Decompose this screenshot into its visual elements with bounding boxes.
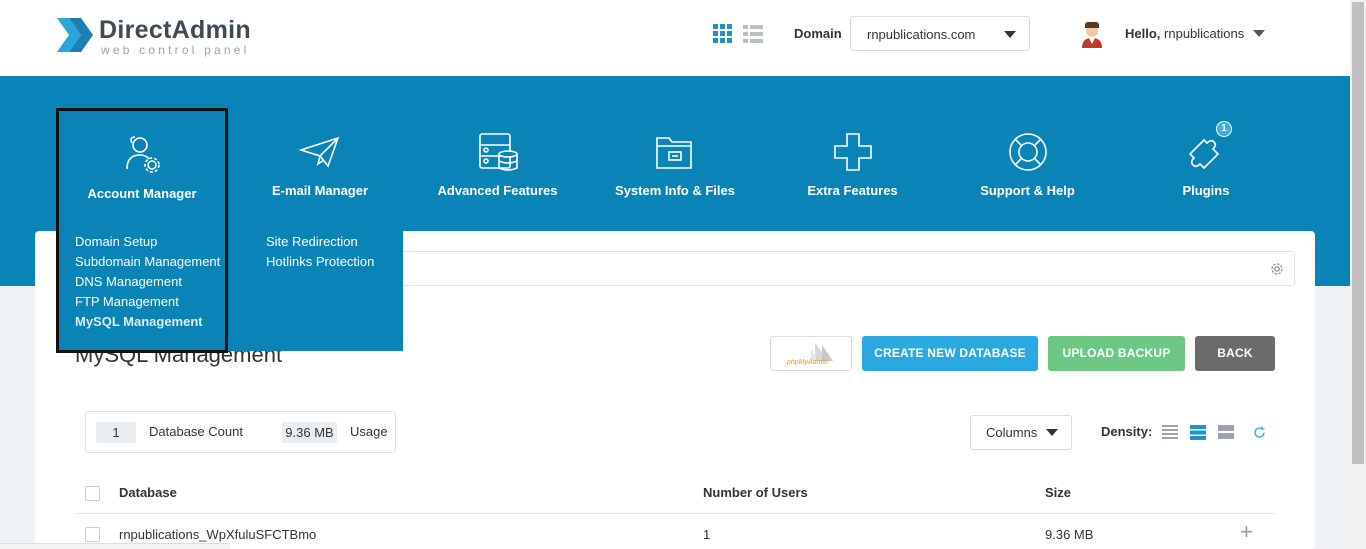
refresh-icon[interactable]	[1253, 426, 1266, 439]
menu-item-site-redirection[interactable]: Site Redirection	[266, 234, 358, 249]
density-label: Density:	[1101, 424, 1153, 439]
search-input[interactable]	[400, 251, 1295, 286]
paper-plane-icon	[298, 136, 340, 168]
server-database-icon	[478, 133, 518, 171]
directadmin-logo[interactable]: DirectAdmin web control panel	[55, 14, 255, 58]
nav-label: Advanced Features	[437, 183, 558, 198]
chevron-down-icon	[1046, 429, 1058, 436]
folder-icon	[656, 137, 692, 169]
columns-dropdown[interactable]: Columns	[970, 415, 1072, 450]
usage-value: 9.36 MB	[282, 422, 337, 443]
grid-view-icon[interactable]	[713, 24, 733, 44]
density-compact-icon[interactable]	[1162, 425, 1178, 440]
brand-name: DirectAdmin	[99, 16, 251, 44]
nav-label: Extra Features	[807, 183, 898, 198]
nav-label: Support & Help	[980, 183, 1075, 198]
nav-extra-features[interactable]: Extra Features	[780, 108, 925, 212]
logo-mark-icon	[57, 18, 93, 52]
usage-label: Usage	[350, 424, 388, 439]
menu-item-subdomain-management[interactable]: Subdomain Management	[75, 254, 220, 269]
domain-select-value: rnpublications.com	[867, 27, 976, 42]
row-checkbox[interactable]	[85, 527, 100, 542]
database-count-value: 1	[96, 422, 136, 443]
plugins-count-badge: 1	[1216, 121, 1232, 137]
menu-item-dns-management[interactable]: DNS Management	[75, 274, 182, 289]
database-count-label: Database Count	[149, 424, 243, 439]
user-menu-chevron-icon[interactable]	[1253, 30, 1265, 37]
list-view-icon[interactable]	[743, 24, 763, 44]
table-header: Database Number of Users Size	[75, 474, 1275, 514]
menu-item-hotlinks-protection[interactable]: Hotlinks Protection	[266, 254, 374, 269]
column-header-size[interactable]: Size	[1045, 485, 1071, 500]
browser-status-bar	[0, 543, 230, 549]
menu-item-ftp-management[interactable]: FTP Management	[75, 294, 179, 309]
columns-label: Columns	[986, 425, 1038, 440]
select-all-checkbox[interactable]	[85, 486, 100, 501]
expand-row-plus-icon[interactable]: +	[1240, 521, 1253, 543]
top-header: DirectAdmin web control panel Domain rnp…	[0, 0, 1350, 76]
nav-system-info-files[interactable]: System Info & Files	[600, 108, 750, 212]
user-greeting[interactable]: Hello, rnpublications	[1125, 26, 1244, 41]
number-of-users: 1	[703, 527, 711, 542]
column-header-number-of-users[interactable]: Number of Users	[703, 485, 808, 500]
phpmyadmin-button[interactable]: phpMyAdmin	[770, 336, 852, 371]
user-avatar-icon[interactable]	[1080, 20, 1104, 48]
nav-label: System Info & Files	[615, 183, 735, 198]
menu-item-mysql-management[interactable]: MySQL Management	[75, 314, 203, 329]
menu-item-domain-setup[interactable]: Domain Setup	[75, 234, 157, 249]
create-new-database-button[interactable]: CREATE NEW DATABASE	[862, 336, 1038, 371]
nav-email-manager[interactable]: E-mail Manager	[245, 108, 395, 212]
scrollbar-thumb[interactable]	[1352, 2, 1364, 464]
column-header-database[interactable]: Database	[119, 485, 177, 500]
nav-label: Plugins	[1182, 183, 1230, 198]
database-name[interactable]: rnpublications_WpXfuluSFCTBmo	[119, 527, 316, 542]
chevron-down-icon	[1004, 31, 1016, 38]
density-normal-icon[interactable]	[1190, 425, 1206, 440]
database-stats: 1 Database Count 9.36 MB Usage	[85, 411, 396, 453]
username: rnpublications	[1164, 26, 1245, 41]
gear-icon[interactable]	[1270, 262, 1284, 276]
greeting-text: Hello,	[1125, 26, 1161, 41]
nav-label: E-mail Manager	[271, 183, 369, 198]
domain-label: Domain	[794, 26, 842, 41]
domain-select[interactable]: rnpublications.com	[850, 16, 1030, 51]
phpmyadmin-label: phpMyAdmin	[787, 359, 828, 366]
density-comfortable-icon[interactable]	[1218, 425, 1234, 440]
upload-backup-button[interactable]: UPLOAD BACKUP	[1048, 336, 1185, 371]
page-scrollbar[interactable]	[1350, 0, 1366, 549]
lifebuoy-icon	[1008, 133, 1047, 171]
nav-plugins[interactable]: 1 Plugins	[1135, 108, 1277, 212]
plus-icon	[833, 133, 872, 171]
database-size: 9.36 MB	[1045, 527, 1094, 542]
back-button[interactable]: BACK	[1195, 336, 1275, 371]
brand-tagline: web control panel	[101, 43, 250, 57]
nav-support-help[interactable]: Support & Help	[955, 108, 1100, 212]
nav-advanced-features[interactable]: Advanced Features	[420, 108, 575, 212]
